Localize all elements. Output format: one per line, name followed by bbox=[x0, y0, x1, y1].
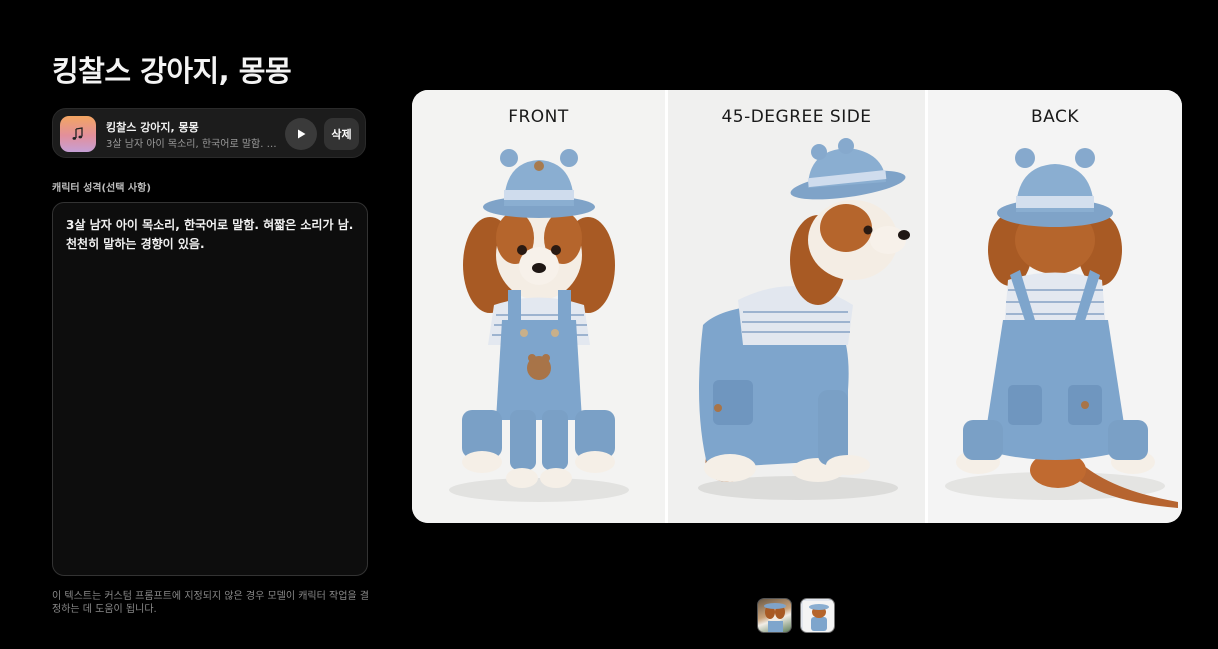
delete-button[interactable]: 삭제 bbox=[324, 118, 359, 150]
voice-card[interactable]: 킹찰스 강아지, 몽몽 3살 남자 아이 목소리, 한국어로 말함. 혀짧은 소… bbox=[52, 108, 366, 158]
persona-hint: 이 텍스트는 커스텀 프롬프트에 지정되지 않은 경우 모델이 캐릭터 작업을 … bbox=[52, 591, 369, 615]
front-view-panel: FRONT bbox=[412, 90, 665, 523]
music-note-icon bbox=[72, 127, 83, 140]
persona-textarea[interactable]: 3살 남자 아이 목소리, 한국어로 말함. 혀짧은 소리가 남. 천천히 말하… bbox=[52, 202, 368, 576]
character-sheet-image: FRONT 45-DEGREE SIDE BACK bbox=[412, 90, 1182, 523]
thumbnail-photo-2[interactable] bbox=[800, 598, 835, 633]
persona-label: 캐릭터 성격(선택 사항) bbox=[52, 183, 151, 194]
play-icon bbox=[298, 129, 306, 139]
voice-description: 3살 남자 아이 목소리, 한국어로 말함. 혀짧은 소리가 남. 천천히 말하… bbox=[106, 139, 278, 150]
back-view-panel: BACK bbox=[928, 90, 1182, 523]
play-button[interactable] bbox=[285, 118, 317, 150]
dog-back-illustration bbox=[945, 148, 1178, 508]
dog-side-illustration bbox=[698, 138, 910, 500]
side-view-panel: 45-DEGREE SIDE bbox=[668, 90, 925, 523]
dog-front-illustration bbox=[449, 149, 629, 502]
thumbnail-photo-1[interactable] bbox=[757, 598, 792, 633]
voice-name: 킹찰스 강아지, 몽몽 bbox=[106, 121, 199, 134]
voice-thumbnail bbox=[60, 116, 96, 152]
page-title: 킹찰스 강아지, 몽몽 bbox=[52, 54, 292, 88]
